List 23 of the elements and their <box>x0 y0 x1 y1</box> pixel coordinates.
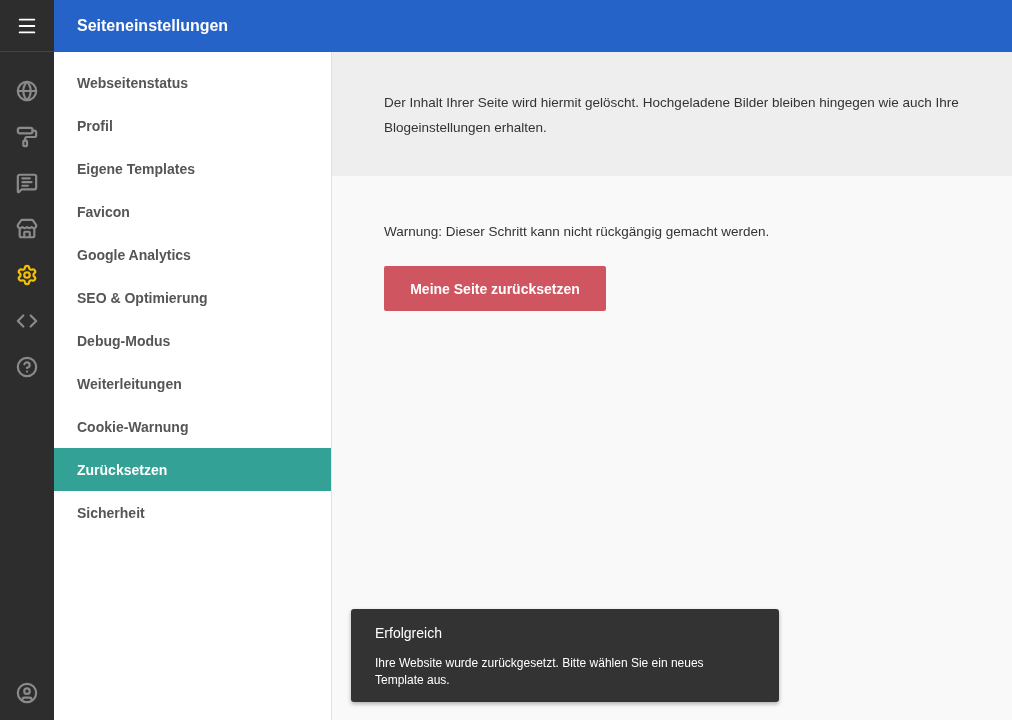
globe-icon <box>16 80 38 102</box>
nav-item[interactable]: Sicherheit <box>54 491 331 534</box>
info-text: Der Inhalt Ihrer Seite wird hiermit gelöscht. Hochgeladene Bilder bleiben hingegen wie auch Ihre Blogeinstellungen erhalten. <box>384 94 960 137</box>
nav-item[interactable]: Debug-Modus <box>54 319 331 362</box>
toast-message: Ihre Website wurde zurückgesetzt. Bitte wählen Sie ein neues Template aus. <box>375 655 705 689</box>
nav-item[interactable]: SEO & Optimierung <box>54 276 331 319</box>
nav-item[interactable]: Profil <box>54 104 331 147</box>
nav-item[interactable]: Cookie-Warnung <box>54 405 331 448</box>
chat-bubble-icon <box>16 172 38 194</box>
nav-item[interactable]: Webseitenstatus <box>54 61 331 104</box>
nav-item[interactable]: Weiterleitungen <box>54 362 331 405</box>
settings-icon <box>16 264 38 286</box>
help-icon <box>16 356 38 378</box>
warning-text: Warnung: Dieser Schritt kann nicht rückgängig gemacht werden. <box>384 223 770 241</box>
reset-button[interactable]: Meine Seite zurücksetzen <box>384 266 606 311</box>
page-title: Seiteneinstellungen <box>77 17 229 35</box>
store-icon <box>16 218 38 240</box>
paint-roller-icon <box>16 126 38 148</box>
nav-item[interactable]: Google Analytics <box>54 233 331 276</box>
nav-item[interactable]: Favicon <box>54 190 331 233</box>
account-icon <box>16 682 38 704</box>
toast-title: Erfolgreich <box>375 625 443 641</box>
nav-item[interactable]: Eigene Templates <box>54 147 331 190</box>
